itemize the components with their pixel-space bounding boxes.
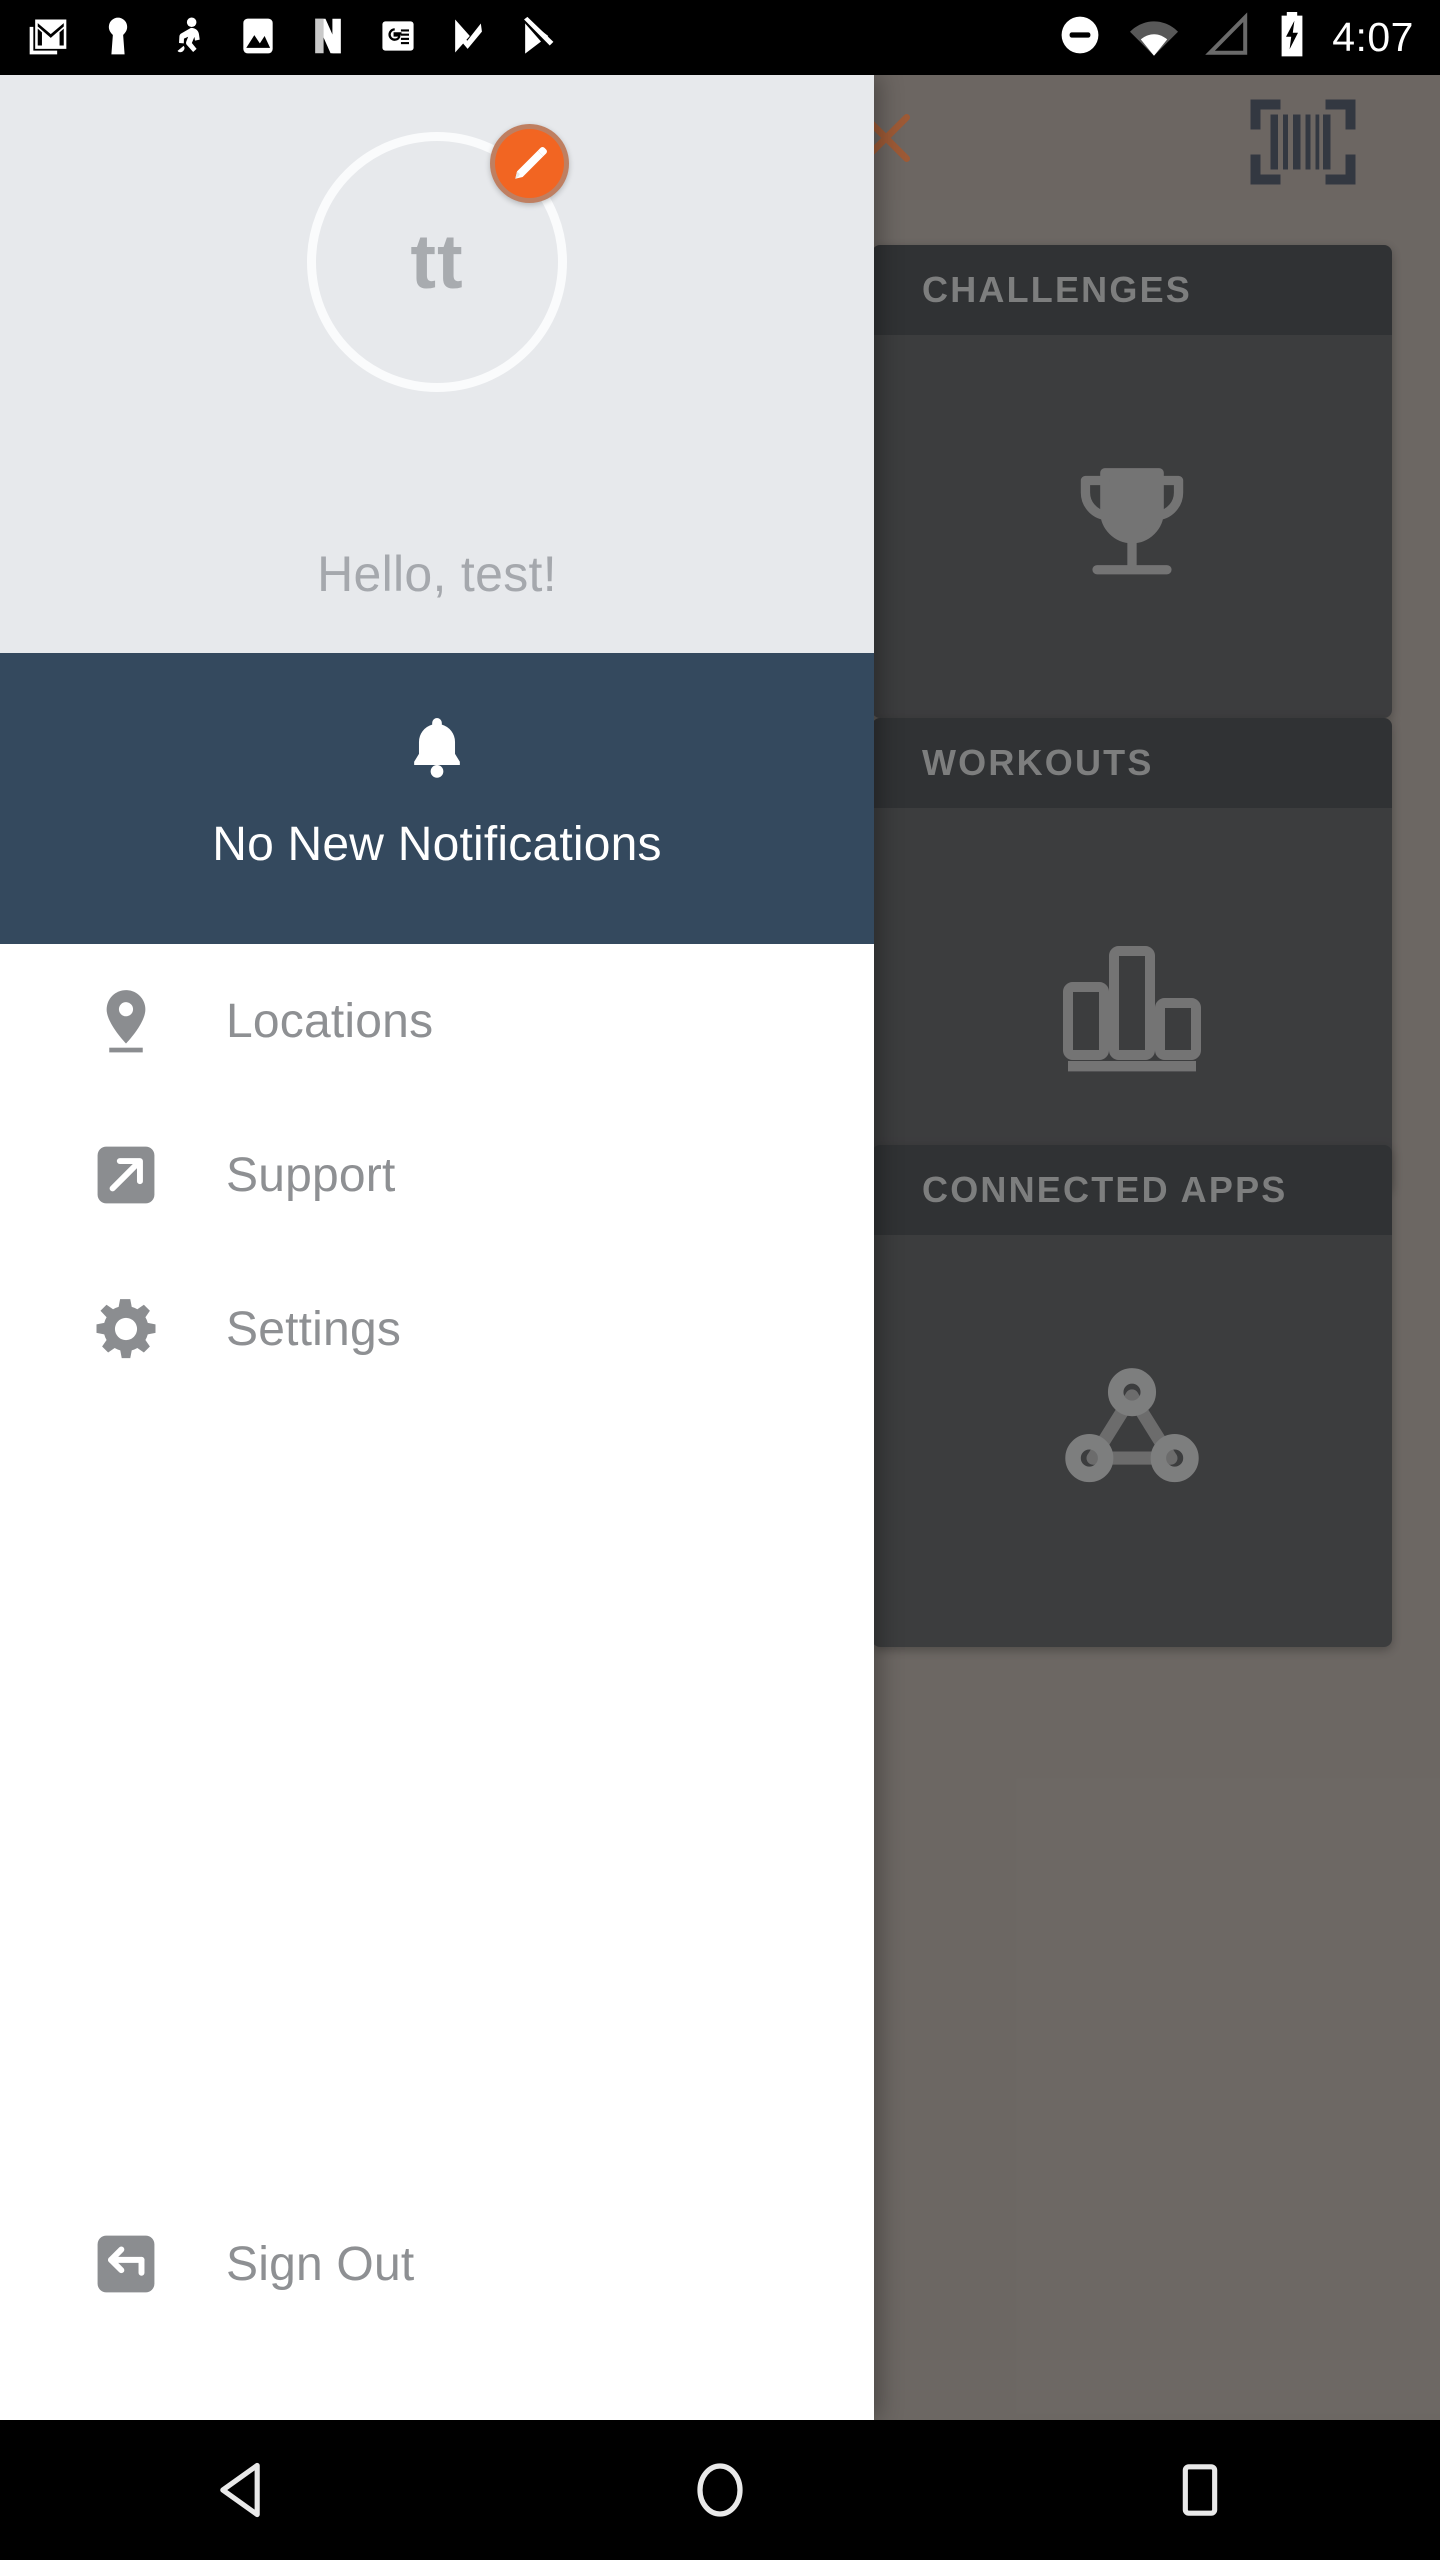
challenges-card[interactable]: CHALLENGES [872,245,1392,718]
drawer-item-support-label: Support [226,1148,396,1202]
status-bar-clock: 4:07 [1332,14,1414,60]
nav-recents-button[interactable] [960,2460,1440,2520]
status-bar: 4:07 [0,0,1440,75]
map-pin-icon [90,985,162,1057]
challenges-card-title: CHALLENGES [922,269,1193,310]
trophy-icon [1062,465,1202,593]
avatar-initials: tt [410,218,464,305]
drawer-menu-secondary: Sign Out [0,2187,874,2341]
workouts-card[interactable]: WORKOUTS [872,718,1392,1191]
drawer-item-locations[interactable]: Locations [0,944,874,1098]
avatar[interactable]: tt [307,124,569,392]
connected-apps-card-title: CONNECTED APPS [922,1169,1288,1210]
drawer-item-settings-label: Settings [226,1302,402,1356]
navigation-drawer: tt Hello, test! No New Notifications Loc… [0,75,874,2420]
drawer-item-support[interactable]: Support [0,1098,874,1252]
gmail-icon [26,14,74,62]
workouts-card-header: WORKOUTS [872,718,1392,808]
connected-apps-card[interactable]: CONNECTED APPS [872,1145,1392,1647]
gear-icon [90,1293,162,1365]
battery-charging-icon [1276,10,1308,65]
photos-icon [236,14,284,62]
connected-apps-card-body [872,1235,1392,1647]
system-navigation-bar [0,2420,1440,2560]
square-recents-icon [1178,2460,1222,2520]
external-link-icon [90,1139,162,1211]
triangle-back-icon [213,2460,267,2520]
drawer-profile-header: tt Hello, test! [0,75,874,653]
notification-banner[interactable]: No New Notifications [0,653,874,944]
notification-banner-text: No New Notifications [212,818,662,871]
drawer-item-sign-out[interactable]: Sign Out [0,2187,874,2341]
drawer-item-locations-label: Locations [226,994,434,1048]
netflix-icon [306,14,354,62]
challenges-card-header: CHALLENGES [872,245,1392,335]
barcode-scan-icon[interactable] [1248,97,1358,187]
nav-home-button[interactable] [480,2460,960,2520]
keyhole-icon [96,14,144,62]
wifi-icon [1128,11,1180,64]
greeting-text: Hello, test! [317,546,557,602]
workouts-card-body [872,808,1392,1191]
google-news-icon [376,14,424,62]
drawer-menu-primary: Locations Support Settings [0,944,874,1406]
bar-chart-icon [1056,938,1208,1080]
sign-out-arrow-icon [90,2228,162,2300]
workouts-card-title: WORKOUTS [922,742,1154,783]
status-bar-system-icons: 4:07 [1056,10,1440,65]
circle-home-icon [692,2460,748,2520]
connected-apps-card-header: CONNECTED APPS [872,1145,1392,1235]
drawer-item-sign-out-label: Sign Out [226,2237,415,2291]
pencil-icon[interactable] [490,124,569,203]
cell-signal-icon [1204,12,1252,63]
network-nodes-icon [1062,1365,1202,1493]
tasks-check-icon [446,14,494,62]
runner-icon [166,14,214,62]
drawer-item-settings[interactable]: Settings [0,1252,874,1406]
bell-icon [406,715,468,781]
play-store-icon [516,14,564,62]
phone-screen: CHALLENGES WORKOUTS CONNECTED APPS 4:07 … [0,0,1440,2560]
nav-back-button[interactable] [0,2460,480,2520]
do-not-disturb-icon [1056,11,1104,64]
status-bar-notification-icons [0,14,564,62]
challenges-card-body [872,335,1392,718]
